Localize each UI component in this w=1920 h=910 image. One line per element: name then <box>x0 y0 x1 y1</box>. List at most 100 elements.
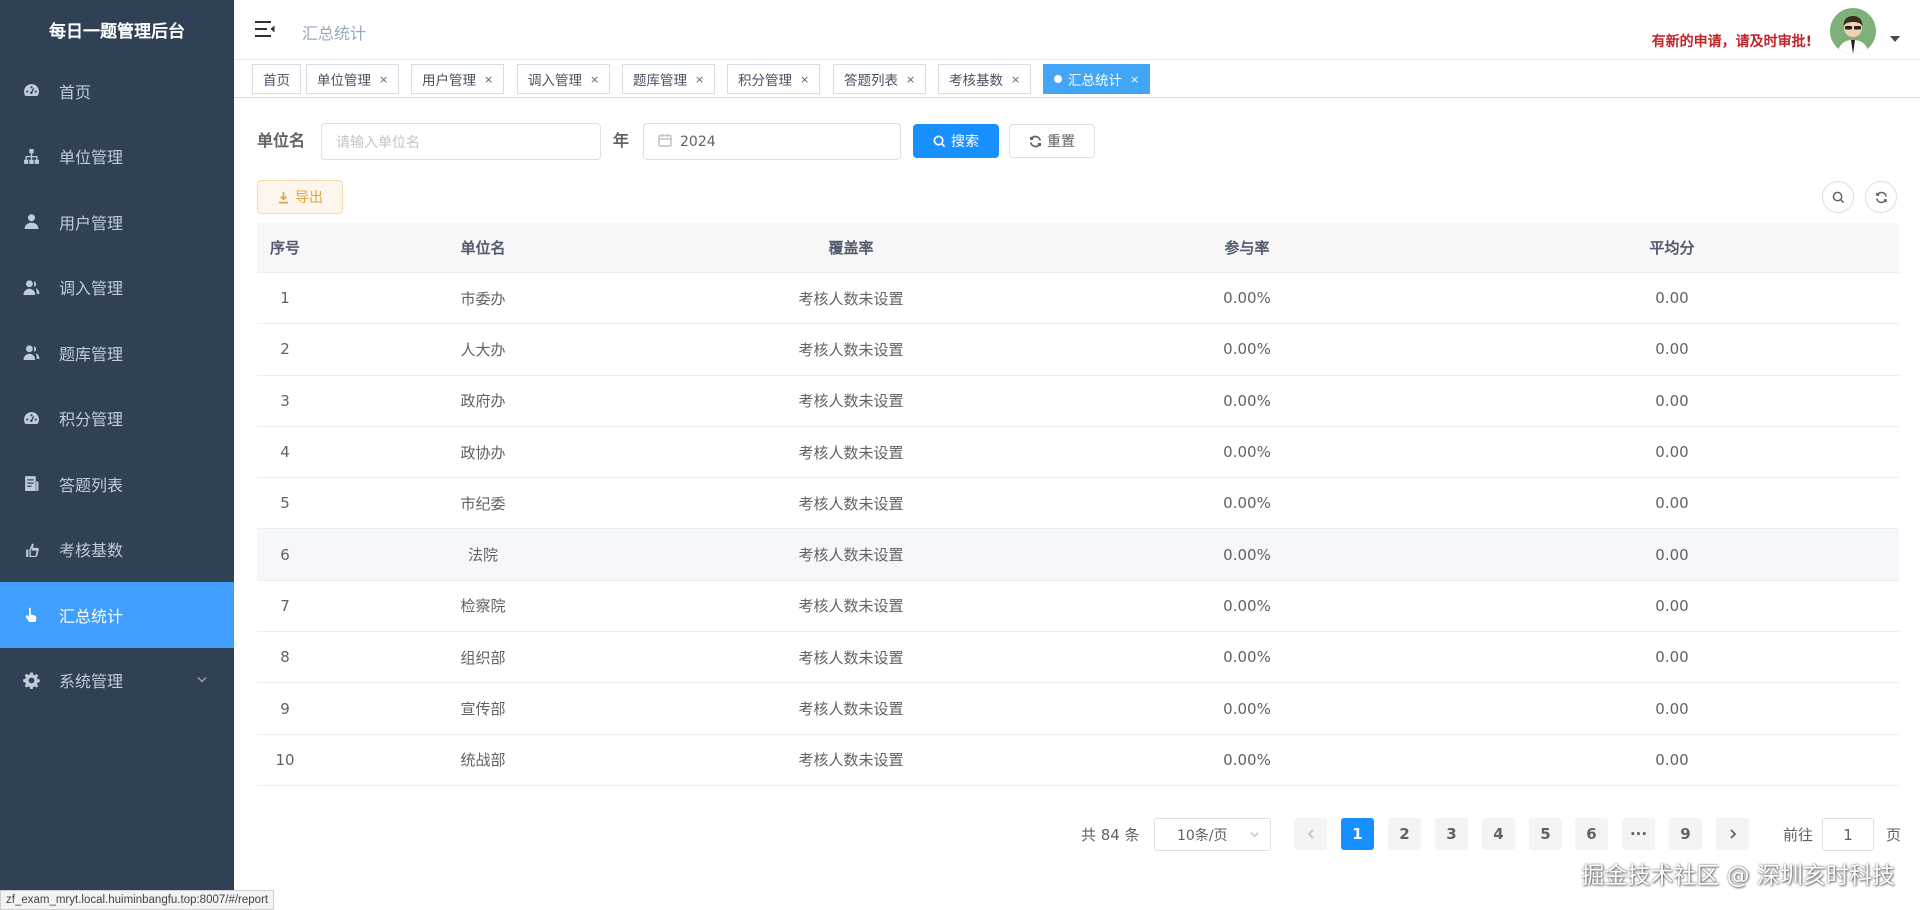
table-cell: 考核人数未设置 <box>798 751 904 770</box>
table-cell: 考核人数未设置 <box>798 340 904 359</box>
table-cell: 0.00 <box>1655 596 1689 615</box>
close-icon[interactable]: × <box>695 73 704 86</box>
caret-down-icon[interactable] <box>1890 36 1900 42</box>
toggle-search-button[interactable] <box>1822 181 1854 213</box>
tag-home[interactable]: 首页 <box>252 64 301 94</box>
hamburger-icon[interactable] <box>254 18 276 40</box>
tag-points[interactable]: 积分管理 × <box>727 64 821 94</box>
page-button[interactable]: 9 <box>1669 818 1702 850</box>
search-icon <box>1832 191 1844 203</box>
sidebar-item-label: 调入管理 <box>59 279 124 299</box>
unit-label: 单位名 <box>257 131 306 150</box>
sidebar-item-label: 题库管理 <box>59 344 124 364</box>
refresh-button[interactable] <box>1865 181 1897 213</box>
page-button[interactable]: 4 <box>1482 818 1515 850</box>
table-cell: 0.00% <box>1223 289 1271 308</box>
page-button[interactable]: 2 <box>1388 818 1421 850</box>
tag-units[interactable]: 单位管理 × <box>306 64 400 94</box>
close-icon[interactable]: × <box>800 73 809 86</box>
table-cell: 政协办 <box>460 443 506 462</box>
sidebar-item-points[interactable]: 积分管理 <box>0 386 234 452</box>
page-button[interactable]: 1 <box>1341 818 1374 850</box>
table-cell: 8 <box>280 648 290 667</box>
table-cell: 2 <box>280 340 290 359</box>
dashboard-icon <box>22 409 40 427</box>
table-row[interactable]: 8 组织部 考核人数未设置 0.00% 0.00 <box>257 632 1899 684</box>
tag-summary-stats[interactable]: 汇总统计 × <box>1043 64 1151 94</box>
active-dot <box>1054 75 1062 83</box>
column-header: 参与率 <box>1224 239 1270 257</box>
table-row[interactable]: 9 宣传部 考核人数未设置 0.00% 0.00 <box>257 683 1899 735</box>
peoples-icon <box>22 344 40 362</box>
table-row[interactable]: 7 检察院 考核人数未设置 0.00% 0.00 <box>257 581 1899 633</box>
avatar[interactable] <box>1830 8 1876 54</box>
close-icon[interactable]: × <box>379 73 388 86</box>
table-row[interactable]: 1 市委办 考核人数未设置 0.00% 0.00 <box>257 273 1899 325</box>
sidebar-item-label: 用户管理 <box>59 213 124 233</box>
prev-page-button[interactable] <box>1294 818 1327 850</box>
table-cell: 考核人数未设置 <box>798 700 904 719</box>
table-cell: 市委办 <box>460 289 506 308</box>
tag-question-bank[interactable]: 题库管理 × <box>622 64 716 94</box>
reset-button[interactable]: 重置 <box>1009 124 1095 158</box>
goto-page-input[interactable]: 1 <box>1822 818 1874 851</box>
pagination-total: 共 84 条 <box>1081 825 1140 844</box>
navbar: 汇总统计 有新的申请，请及时审批! <box>234 0 1920 60</box>
close-icon[interactable]: × <box>1011 73 1020 86</box>
table-row[interactable]: 6 法院 考核人数未设置 0.00% 0.00 <box>257 529 1899 581</box>
close-icon[interactable]: × <box>1130 73 1139 86</box>
table-cell: 0.00 <box>1655 391 1689 410</box>
page-button[interactable]: 3 <box>1435 818 1468 850</box>
sidebar-item-assessment-base[interactable]: 考核基数 <box>0 517 234 583</box>
sidebar-item-units[interactable]: 单位管理 <box>0 124 234 190</box>
hand-icon <box>22 540 40 558</box>
table-cell: 0.00% <box>1223 699 1271 718</box>
page-size-select[interactable]: 10条/页 <box>1154 818 1271 851</box>
table-cell: 考核人数未设置 <box>798 443 904 462</box>
list-icon <box>22 475 40 493</box>
next-page-button[interactable] <box>1716 818 1749 850</box>
close-icon[interactable]: × <box>590 73 599 86</box>
table-cell: 考核人数未设置 <box>798 597 904 616</box>
table-cell: 0.00% <box>1223 596 1271 615</box>
sidebar-item-summary-stats[interactable]: 汇总统计 <box>0 582 234 648</box>
sidebar-item-system[interactable]: 系统管理 <box>0 648 234 714</box>
search-button[interactable]: 搜索 <box>913 124 999 158</box>
table-cell: 0.00% <box>1223 340 1271 359</box>
sidebar-item-home[interactable]: 首页 <box>0 58 234 124</box>
approval-notice[interactable]: 有新的申请，请及时审批! <box>1652 31 1812 51</box>
close-icon[interactable]: × <box>906 73 915 86</box>
table-row[interactable]: 10 统战部 考核人数未设置 0.00% 0.00 <box>257 735 1899 786</box>
tag-answers[interactable]: 答题列表 × <box>833 64 927 94</box>
tag-assessment-base[interactable]: 考核基数 × <box>938 64 1032 94</box>
download-icon <box>278 191 289 203</box>
sidebar-item-label: 答题列表 <box>59 475 124 495</box>
unit-name-input[interactable]: 请输入单位名 <box>321 123 601 160</box>
table-cell: 1 <box>280 289 290 308</box>
sidebar-item-users[interactable]: 用户管理 <box>0 189 234 255</box>
more-pages-button[interactable]: ··· <box>1622 818 1655 850</box>
sidebar-item-answers[interactable]: 答题列表 <box>0 451 234 517</box>
page-button[interactable]: 5 <box>1529 818 1562 850</box>
sidebar-item-label: 汇总统计 <box>59 606 124 626</box>
table-cell: 宣传部 <box>460 700 506 719</box>
table-row[interactable]: 4 政协办 考核人数未设置 0.00% 0.00 <box>257 427 1899 479</box>
table-cell: 考核人数未设置 <box>798 648 904 667</box>
table-row[interactable]: 2 人大办 考核人数未设置 0.00% 0.00 <box>257 324 1899 376</box>
table-row[interactable]: 3 政府办 考核人数未设置 0.00% 0.00 <box>257 376 1899 427</box>
table-cell: 0.00 <box>1655 699 1689 718</box>
sidebar-item-question-bank[interactable]: 题库管理 <box>0 320 234 386</box>
export-button[interactable]: 导出 <box>257 180 343 214</box>
year-picker[interactable]: 2024 <box>643 123 901 160</box>
chevron-left-icon <box>1307 829 1314 839</box>
table-cell: 考核人数未设置 <box>798 392 904 411</box>
table-row[interactable]: 5 市纪委 考核人数未设置 0.00% 0.00 <box>257 478 1899 530</box>
chevron-down-icon <box>196 671 208 690</box>
tag-transfer[interactable]: 调入管理 × <box>517 64 611 94</box>
close-icon[interactable]: × <box>484 73 493 86</box>
page-button[interactable]: 6 <box>1575 818 1608 850</box>
table-cell: 考核人数未设置 <box>798 494 904 513</box>
sidebar-item-label: 系统管理 <box>59 672 124 692</box>
sidebar-item-transfer[interactable]: 调入管理 <box>0 255 234 321</box>
tag-users[interactable]: 用户管理 × <box>411 64 505 94</box>
